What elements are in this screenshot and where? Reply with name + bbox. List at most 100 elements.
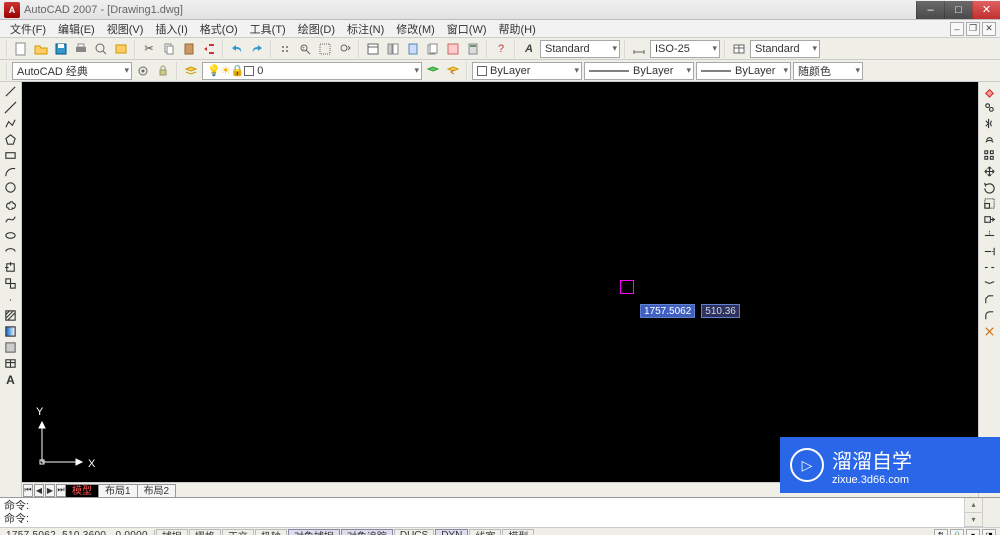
markup-icon[interactable] xyxy=(444,40,462,58)
chamfer-icon[interactable] xyxy=(981,292,999,307)
print-icon[interactable] xyxy=(72,40,90,58)
status-polar[interactable]: 极轴 xyxy=(255,529,287,535)
arc-icon[interactable] xyxy=(2,164,20,179)
region-icon[interactable] xyxy=(2,340,20,355)
status-clean-icon[interactable]: ◨ xyxy=(982,529,996,535)
status-dyn[interactable]: DYN xyxy=(435,529,468,535)
sheetset-icon[interactable] xyxy=(424,40,442,58)
dynamic-input-y[interactable]: 510.36 xyxy=(701,304,740,318)
command-resize-grip[interactable] xyxy=(982,498,1000,527)
join-icon[interactable] xyxy=(981,276,999,291)
zoom-window-icon[interactable] xyxy=(316,40,334,58)
save-icon[interactable] xyxy=(52,40,70,58)
dynamic-input-x[interactable]: 1757.5062 xyxy=(640,304,695,318)
status-lock-icon[interactable]: 🔒 xyxy=(950,529,964,535)
circle-icon[interactable] xyxy=(2,180,20,195)
menu-tools[interactable]: 工具(T) xyxy=(244,21,292,37)
layerprev-icon[interactable] xyxy=(444,62,462,80)
command-prompt[interactable]: 命令: xyxy=(4,513,960,526)
status-lwt[interactable]: 线宽 xyxy=(469,529,501,535)
status-snap[interactable]: 捕捉 xyxy=(156,529,188,535)
preview-icon[interactable] xyxy=(92,40,110,58)
properties-icon[interactable] xyxy=(364,40,382,58)
tab-layout2[interactable]: 布局2 xyxy=(137,484,177,497)
tab-model[interactable]: 模型 xyxy=(65,484,99,497)
break-icon[interactable] xyxy=(981,260,999,275)
status-coordinates[interactable]: 1757.5062, 510.3600 , 0.0000 xyxy=(0,530,155,535)
menu-draw[interactable]: 绘图(D) xyxy=(292,21,341,37)
match-icon[interactable] xyxy=(200,40,218,58)
cut-icon[interactable]: ✂ xyxy=(140,40,158,58)
tab-first-icon[interactable]: ⏮ xyxy=(23,484,33,497)
status-tray-icon[interactable]: ▾ xyxy=(966,529,980,535)
plotstyle-combo[interactable]: 随颜色 xyxy=(793,62,863,80)
trim-icon[interactable] xyxy=(981,228,999,243)
menu-file[interactable]: 文件(F) xyxy=(4,21,52,37)
dim-style-combo[interactable]: ISO-25 xyxy=(650,40,720,58)
toolpalette-icon[interactable] xyxy=(404,40,422,58)
menu-edit[interactable]: 编辑(E) xyxy=(52,21,101,37)
offset-icon[interactable] xyxy=(981,132,999,147)
polyline-icon[interactable] xyxy=(2,116,20,131)
status-osnap[interactable]: 对象捕捉 xyxy=(288,529,340,535)
status-ducs[interactable]: DUCS xyxy=(394,529,434,535)
undo-icon[interactable] xyxy=(228,40,246,58)
status-grid[interactable]: 栅格 xyxy=(189,529,221,535)
window-maximize-button[interactable]: □ xyxy=(944,1,972,19)
mdi-minimize-button[interactable]: – xyxy=(950,22,964,36)
move-icon[interactable] xyxy=(981,164,999,179)
window-close-button[interactable]: ✕ xyxy=(972,1,1000,19)
ellipse-icon[interactable] xyxy=(2,228,20,243)
menu-modify[interactable]: 修改(M) xyxy=(390,21,441,37)
mtext-icon[interactable]: A xyxy=(2,372,20,387)
layer-combo[interactable]: 💡 ☀ 🔒 0 xyxy=(202,62,422,80)
menu-window[interactable]: 窗口(W) xyxy=(441,21,493,37)
help-icon[interactable]: ? xyxy=(492,40,510,58)
linetype-combo[interactable]: ByLayer xyxy=(584,62,694,80)
line-icon[interactable] xyxy=(2,84,20,99)
menu-format[interactable]: 格式(O) xyxy=(194,21,244,37)
menu-dimension[interactable]: 标注(N) xyxy=(341,21,390,37)
array-icon[interactable] xyxy=(981,148,999,163)
zoom-rt-icon[interactable]: ± xyxy=(296,40,314,58)
workspace-combo[interactable]: AutoCAD 经典 xyxy=(12,62,132,80)
tab-layout1[interactable]: 布局1 xyxy=(98,484,138,497)
open-icon[interactable] xyxy=(32,40,50,58)
command-scrollbar[interactable]: ▴▾ xyxy=(964,498,982,527)
rectangle-icon[interactable] xyxy=(2,148,20,163)
workspace-settings-icon[interactable] xyxy=(134,62,152,80)
paste-icon[interactable] xyxy=(180,40,198,58)
workspace-lock-icon[interactable] xyxy=(154,62,172,80)
table-icon[interactable] xyxy=(2,356,20,371)
scale-icon[interactable] xyxy=(981,196,999,211)
copy-icon[interactable] xyxy=(160,40,178,58)
layerstate-icon[interactable] xyxy=(424,62,442,80)
explode-icon[interactable] xyxy=(981,324,999,339)
extend-icon[interactable] xyxy=(981,244,999,259)
hatch-icon[interactable] xyxy=(2,308,20,323)
menu-insert[interactable]: 插入(I) xyxy=(149,21,193,37)
designcenter-icon[interactable] xyxy=(384,40,402,58)
polygon-icon[interactable] xyxy=(2,132,20,147)
tab-prev-icon[interactable]: ◀ xyxy=(34,484,44,497)
pan-icon[interactable] xyxy=(276,40,294,58)
status-ortho[interactable]: 正交 xyxy=(222,529,254,535)
point-icon[interactable]: · xyxy=(2,292,20,307)
calc-icon[interactable] xyxy=(464,40,482,58)
new-icon[interactable] xyxy=(12,40,30,58)
dimstyle-icon[interactable] xyxy=(630,40,648,58)
fillet-icon[interactable] xyxy=(981,308,999,323)
copy-obj-icon[interactable] xyxy=(981,100,999,115)
layerprop-icon[interactable] xyxy=(182,62,200,80)
rotate-icon[interactable] xyxy=(981,180,999,195)
lineweight-combo[interactable]: ByLayer xyxy=(696,62,791,80)
menu-view[interactable]: 视图(V) xyxy=(101,21,150,37)
window-minimize-button[interactable]: – xyxy=(916,1,944,19)
tablestyle-icon[interactable] xyxy=(730,40,748,58)
table-style-combo[interactable]: Standard xyxy=(750,40,820,58)
status-comms-icon[interactable]: ⇅ xyxy=(934,529,948,535)
publish-icon[interactable] xyxy=(112,40,130,58)
insert-icon[interactable] xyxy=(2,260,20,275)
stretch-icon[interactable] xyxy=(981,212,999,227)
mirror-icon[interactable] xyxy=(981,116,999,131)
